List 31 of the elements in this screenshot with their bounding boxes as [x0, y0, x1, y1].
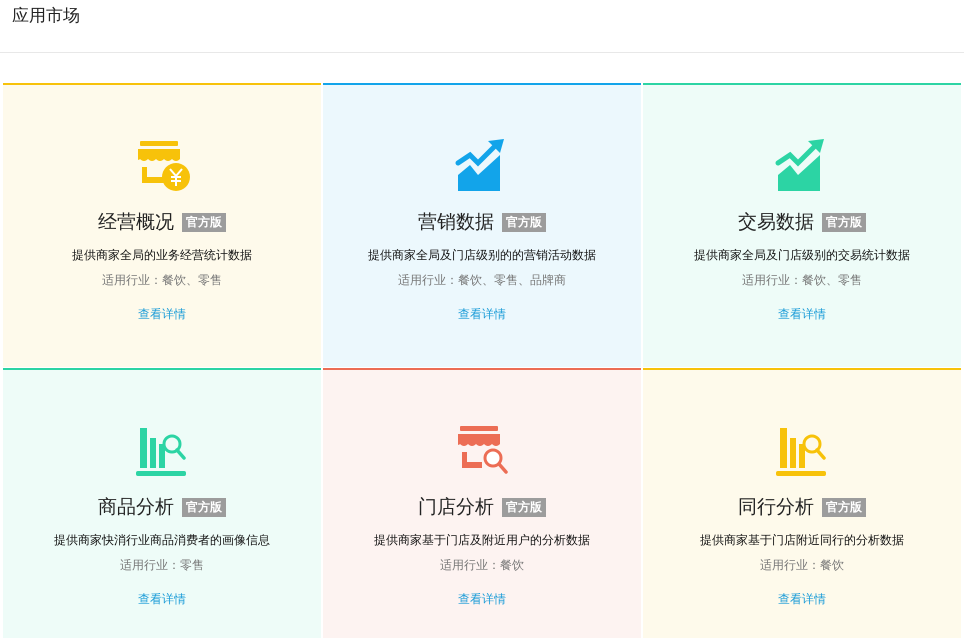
details-link[interactable]: 查看详情 — [458, 591, 506, 608]
app-description: 提供商家基于门店附近同行的分析数据 — [700, 532, 904, 549]
app-name: 商品分析 — [98, 495, 174, 520]
app-name: 经营概况 — [98, 210, 174, 235]
details-link[interactable]: 查看详情 — [778, 591, 826, 608]
details-link[interactable]: 查看详情 — [138, 306, 186, 323]
app-description: 提供商家快消行业商品消费者的画像信息 — [54, 532, 270, 549]
details-link[interactable]: 查看详情 — [138, 591, 186, 608]
official-badge: 官方版 — [502, 498, 546, 516]
industry-text: 适用行业：餐饮、零售、品牌商 — [398, 272, 566, 289]
app-description: 提供商家全局及门店级别的的营销活动数据 — [368, 247, 596, 264]
official-badge: 官方版 — [502, 212, 546, 232]
industry-text: 适用行业：餐饮、零售 — [102, 272, 222, 289]
app-description: 提供商家全局的业务经营统计数据 — [72, 247, 252, 264]
app-name: 交易数据 — [738, 210, 814, 235]
details-link[interactable]: 查看详情 — [458, 306, 506, 323]
app-name: 同行分析 — [738, 495, 814, 520]
app-name: 门店分析 — [418, 495, 494, 520]
industry-text: 适用行业：餐饮 — [440, 557, 524, 574]
app-description: 提供商家基于门店及附近用户的分析数据 — [374, 532, 590, 549]
official-badge: 官方版 — [822, 212, 866, 232]
app-name: 营销数据 — [418, 210, 494, 235]
official-badge: 官方版 — [182, 212, 226, 232]
official-badge: 官方版 — [182, 498, 226, 516]
page-title: 应用市场 — [12, 6, 80, 26]
industry-text: 适用行业：零售 — [120, 557, 204, 574]
industry-text: 适用行业：餐饮 — [760, 557, 844, 574]
details-link[interactable]: 查看详情 — [778, 306, 826, 323]
official-badge: 官方版 — [822, 498, 866, 516]
app-description: 提供商家全局及门店级别的交易统计数据 — [694, 247, 910, 264]
industry-text: 适用行业：餐饮、零售 — [742, 272, 862, 289]
